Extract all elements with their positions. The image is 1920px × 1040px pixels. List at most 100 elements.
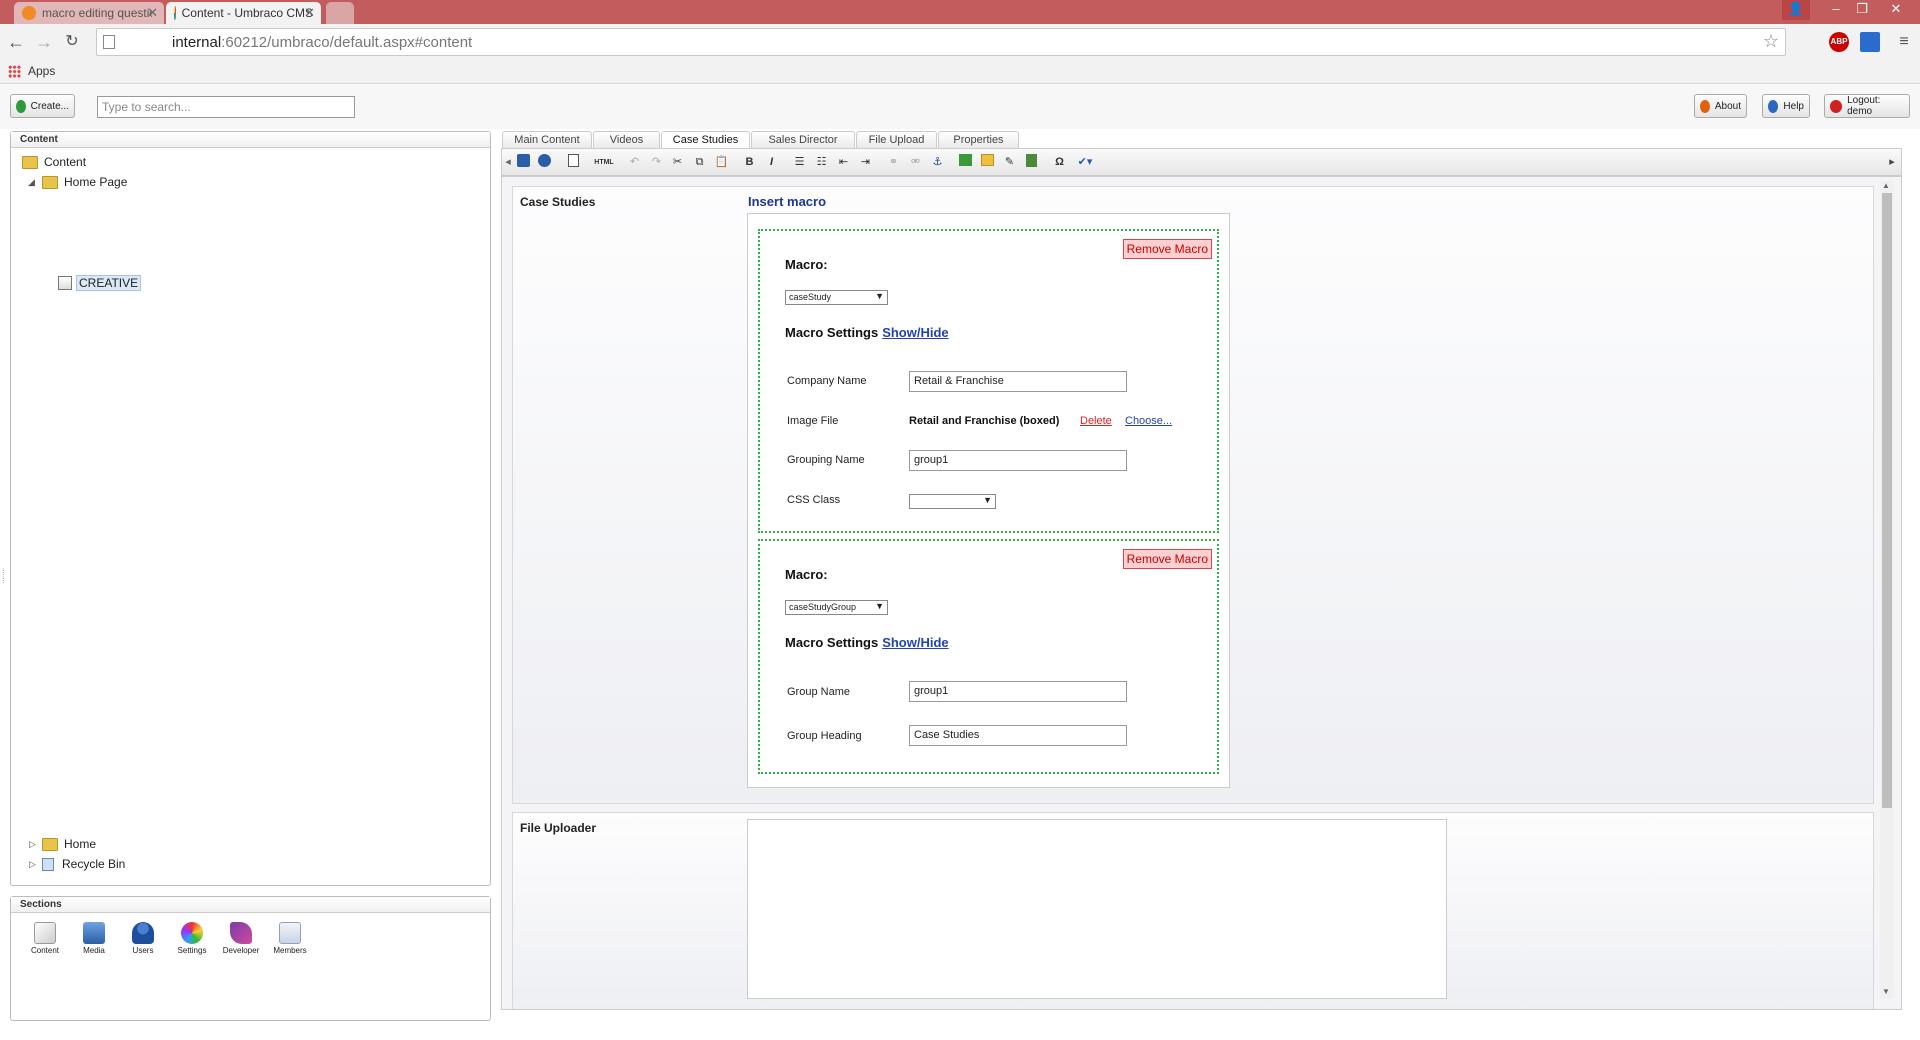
- close-tab-icon[interactable]: ✕: [147, 5, 158, 21]
- panel-resize-handle[interactable]: ⁞ ⁞: [2, 568, 8, 594]
- group-heading-input[interactable]: Case Studies: [909, 725, 1127, 746]
- bold-icon[interactable]: B: [741, 154, 758, 171]
- page-icon: [103, 35, 115, 49]
- forward-icon[interactable]: →: [34, 32, 54, 52]
- recycle-bin-icon: [42, 857, 54, 871]
- unlink-icon[interactable]: ⚮: [907, 154, 924, 171]
- extension-icon[interactable]: [1860, 32, 1880, 52]
- browser-tab-macro-question[interactable]: macro editing question in ✕: [14, 2, 164, 24]
- grouping-name-input[interactable]: group1: [909, 450, 1127, 471]
- section-members[interactable]: Members: [270, 922, 310, 955]
- save-publish-icon[interactable]: [536, 154, 553, 171]
- css-class-select[interactable]: ▼: [909, 494, 996, 509]
- restore-icon[interactable]: ❐: [1848, 0, 1876, 20]
- section-developer[interactable]: Developer: [221, 922, 261, 955]
- section-settings[interactable]: Settings: [172, 922, 212, 955]
- new-tab-button[interactable]: [326, 2, 354, 24]
- editor-area: Case Studies Insert macro Remove Macro M…: [501, 176, 1902, 1010]
- redo-icon[interactable]: ↷: [648, 154, 665, 171]
- create-button[interactable]: Create...: [10, 94, 75, 118]
- tree-item-content-root[interactable]: Content: [22, 155, 86, 169]
- section-content[interactable]: Content: [25, 922, 65, 955]
- close-tab-icon[interactable]: ✕: [304, 5, 315, 21]
- expand-arrow-icon[interactable]: ▷: [29, 839, 36, 850]
- macro-block: Remove Macro Macro: caseStudy ▼ Macro Se…: [758, 229, 1219, 533]
- apps-icon[interactable]: [8, 65, 21, 78]
- browser-titlebar: macro editing question in ✕ Content - Um…: [0, 0, 1920, 24]
- insert-form-icon[interactable]: [979, 154, 996, 171]
- property-label: Case Studies: [520, 195, 596, 209]
- tree-item-creative[interactable]: CREATIVE: [58, 275, 142, 291]
- bookmark-star-icon[interactable]: ☆: [1763, 31, 1779, 52]
- user-icon[interactable]: 👤: [1782, 0, 1810, 20]
- preview-icon[interactable]: [565, 154, 582, 171]
- show-hide-link[interactable]: Show/Hide: [882, 635, 948, 650]
- tree-item-home-page[interactable]: Home Page: [42, 175, 127, 189]
- tab-case-studies[interactable]: Case Studies: [661, 131, 750, 149]
- toolbar-scroll-left-icon[interactable]: ◂: [504, 154, 512, 171]
- scroll-up-icon[interactable]: ▲: [1882, 181, 1890, 190]
- window-close-icon[interactable]: ✕: [1876, 0, 1916, 20]
- menu-icon[interactable]: ≡: [1894, 32, 1914, 52]
- tab-properties[interactable]: Properties: [938, 131, 1019, 148]
- html-source-icon[interactable]: HTML: [593, 154, 615, 171]
- toolbar-scroll-right-icon[interactable]: ▸: [1887, 154, 1897, 171]
- minimize-icon[interactable]: –: [1822, 0, 1850, 20]
- insert-macro-icon[interactable]: ✎: [1001, 154, 1018, 171]
- users-section-icon: [132, 922, 154, 944]
- cut-icon[interactable]: ✂: [669, 154, 686, 171]
- remove-macro-button[interactable]: Remove Macro: [1122, 239, 1212, 259]
- spellcheck-icon[interactable]: ✔▾: [1073, 154, 1097, 171]
- file-upload-area[interactable]: [747, 819, 1447, 999]
- scroll-down-icon[interactable]: ▼: [1882, 987, 1890, 996]
- about-button[interactable]: About: [1694, 94, 1747, 118]
- undo-icon[interactable]: ↶: [626, 154, 643, 171]
- anchor-icon[interactable]: ⚓: [929, 154, 946, 171]
- editor-scrollbar[interactable]: ▲ ▼: [1880, 181, 1894, 999]
- address-bar[interactable]: internal:60212/umbraco/default.aspx#cont…: [96, 28, 1786, 56]
- section-users[interactable]: Users: [123, 922, 163, 955]
- group-name-input[interactable]: group1: [909, 681, 1127, 702]
- insert-table-icon[interactable]: [1023, 154, 1040, 171]
- sections-panel: Sections Content Media Users Settings De…: [10, 896, 491, 1021]
- tree-item-home[interactable]: Home: [42, 837, 96, 851]
- tab-main-content[interactable]: Main Content: [502, 131, 592, 148]
- show-hide-link[interactable]: Show/Hide: [882, 325, 948, 340]
- tree-item-recycle-bin[interactable]: Recycle Bin: [42, 857, 125, 871]
- sections-panel-title: Sections: [11, 897, 490, 913]
- remove-macro-button[interactable]: Remove Macro: [1122, 549, 1212, 569]
- save-icon[interactable]: [515, 154, 532, 171]
- expand-arrow-icon[interactable]: ▷: [29, 859, 36, 870]
- section-media[interactable]: Media: [74, 922, 114, 955]
- numbered-list-icon[interactable]: ☷: [813, 154, 830, 171]
- search-input[interactable]: Type to search...: [97, 96, 355, 118]
- logout-button[interactable]: Logout: demo: [1824, 94, 1910, 118]
- tab-videos[interactable]: Videos: [593, 131, 660, 148]
- link-icon[interactable]: ⚭: [885, 154, 902, 171]
- help-button[interactable]: Help: [1762, 94, 1810, 118]
- bullet-list-icon[interactable]: ☰: [791, 154, 808, 171]
- chevron-down-icon: ▼: [875, 601, 884, 611]
- expand-arrow-icon[interactable]: ◢: [28, 177, 35, 188]
- tab-sales-director[interactable]: Sales Director: [751, 131, 855, 148]
- apps-link[interactable]: Apps: [28, 64, 55, 78]
- macro-select[interactable]: caseStudy ▼: [785, 290, 888, 305]
- choose-image-link[interactable]: Choose...: [1125, 415, 1172, 427]
- delete-image-link[interactable]: Delete: [1080, 415, 1112, 427]
- reload-icon[interactable]: ↻: [62, 32, 82, 52]
- copy-icon[interactable]: ⧉: [691, 154, 708, 171]
- adblock-icon[interactable]: ABP: [1829, 32, 1849, 52]
- tab-file-upload[interactable]: File Upload: [856, 131, 937, 148]
- company-name-input[interactable]: Retail & Franchise: [909, 371, 1127, 392]
- italic-icon[interactable]: I: [763, 154, 780, 171]
- insert-image-icon[interactable]: [957, 154, 974, 171]
- back-icon[interactable]: ←: [6, 32, 26, 52]
- macro-select[interactable]: caseStudyGroup ▼: [785, 600, 888, 615]
- paste-icon[interactable]: 📋: [713, 154, 730, 171]
- scrollbar-thumb[interactable]: [1882, 193, 1892, 808]
- special-character-icon[interactable]: Ω: [1051, 154, 1068, 171]
- indent-icon[interactable]: ⇥: [857, 154, 874, 171]
- outdent-icon[interactable]: ⇤: [835, 154, 852, 171]
- browser-tab-umbraco[interactable]: Content - Umbraco CMS ✕: [166, 2, 321, 24]
- browser-tab-title: macro editing question in: [42, 6, 152, 20]
